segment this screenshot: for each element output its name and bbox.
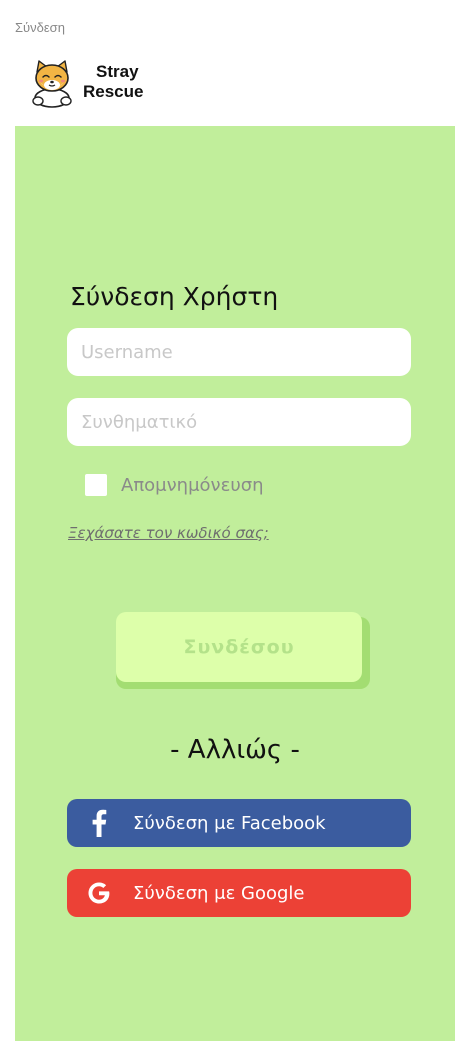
- facebook-login-button[interactable]: Σύνδεση με Facebook: [67, 799, 411, 847]
- login-button[interactable]: Συνδέσου: [116, 612, 362, 682]
- alternative-separator: - Αλλιώς -: [170, 735, 300, 765]
- facebook-icon: [79, 799, 119, 847]
- google-login-label: Σύνδεση με Google: [133, 882, 305, 904]
- app-header: Stray Rescue: [15, 42, 455, 126]
- username-input[interactable]: [67, 328, 411, 376]
- google-icon: [79, 869, 119, 917]
- login-screen: Stray Rescue Σύνδεση Χρήστη Απομνημόνευσ…: [15, 42, 455, 1041]
- google-login-button[interactable]: Σύνδεση με Google: [67, 869, 411, 917]
- brand-line-1: Stray: [96, 62, 139, 81]
- facebook-login-label: Σύνδεση με Facebook: [133, 812, 326, 834]
- password-input[interactable]: [67, 398, 411, 446]
- forgot-password-link[interactable]: Ξεχάσατε τον κωδικό σας;: [68, 524, 269, 542]
- brand-name: Stray Rescue: [83, 62, 143, 102]
- remember-me-label: Απομνημόνευση: [121, 474, 264, 496]
- remember-me-checkbox[interactable]: [85, 474, 107, 496]
- page-title: Σύνδεση Χρήστη: [70, 282, 279, 311]
- frame-label: Σύνδεση: [15, 20, 65, 35]
- brand-line-2: Rescue: [83, 82, 144, 101]
- remember-me-row[interactable]: Απομνημόνευση: [85, 474, 264, 496]
- shiba-dog-logo-icon: [29, 58, 75, 108]
